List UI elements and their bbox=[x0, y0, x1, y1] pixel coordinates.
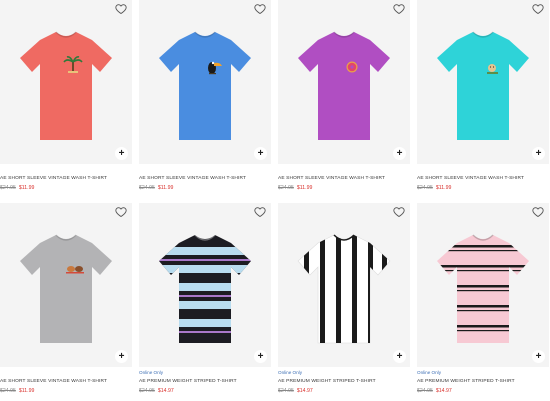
tshirt-image bbox=[20, 234, 112, 343]
wishlist-heart-icon[interactable] bbox=[393, 206, 405, 218]
quick-add-plus-icon[interactable]: + bbox=[393, 147, 406, 160]
online-only-label bbox=[0, 370, 132, 376]
donut-graphic bbox=[346, 61, 358, 73]
original-price: $24.95 bbox=[417, 185, 433, 191]
online-only-label bbox=[0, 167, 132, 173]
original-price: $24.95 bbox=[278, 388, 294, 394]
quick-add-plus-icon[interactable]: + bbox=[115, 350, 128, 363]
product-card[interactable]: + Online Only AE PREMIUM WEIGHT STRIPED … bbox=[278, 203, 410, 395]
sale-price: $11.99 bbox=[296, 185, 313, 191]
sale-price: $11.99 bbox=[435, 185, 452, 191]
product-image[interactable]: + bbox=[0, 203, 132, 367]
tshirt-image bbox=[297, 234, 391, 344]
product-name[interactable]: AE SHORT SLEEVE VINTAGE WASH T-SHIRT bbox=[417, 176, 549, 182]
product-prices: $24.95 $11.99 bbox=[139, 185, 271, 192]
original-price: $24.95 bbox=[139, 185, 155, 191]
quick-add-plus-icon[interactable]: + bbox=[115, 147, 128, 160]
product-card[interactable]: + Online Only AE PREMIUM WEIGHT STRIPED … bbox=[139, 203, 271, 395]
original-price: $24.95 bbox=[417, 388, 433, 394]
quick-add-plus-icon[interactable]: + bbox=[254, 147, 267, 160]
tshirt-image bbox=[298, 31, 390, 140]
product-prices: $24.95 $14.97 bbox=[417, 388, 549, 395]
product-card[interactable]: + AE SHORT SLEEVE VINTAGE WASH T-SHIRT $… bbox=[0, 0, 132, 192]
product-card[interactable]: + Online Only AE PREMIUM WEIGHT STRIPED … bbox=[417, 203, 549, 395]
original-price: $24.95 bbox=[139, 388, 155, 394]
wishlist-heart-icon[interactable] bbox=[393, 3, 405, 15]
online-only-label bbox=[417, 167, 549, 173]
product-image[interactable]: + bbox=[417, 0, 549, 164]
product-image[interactable]: + bbox=[139, 0, 271, 164]
tshirt-image bbox=[159, 31, 251, 140]
online-only-label: Online Only bbox=[139, 370, 164, 375]
product-name[interactable]: AE SHORT SLEEVE VINTAGE WASH T-SHIRT bbox=[139, 176, 271, 182]
online-only-label: Online Only bbox=[278, 370, 303, 375]
product-grid: + AE SHORT SLEEVE VINTAGE WASH T-SHIRT $… bbox=[0, 0, 550, 401]
tshirt-image bbox=[159, 234, 251, 343]
wishlist-heart-icon[interactable] bbox=[115, 206, 127, 218]
product-image[interactable]: + bbox=[0, 0, 132, 164]
tshirt-image bbox=[20, 31, 112, 140]
tshirt-image bbox=[437, 31, 529, 140]
product-name[interactable]: AE SHORT SLEEVE VINTAGE WASH T-SHIRT bbox=[0, 176, 132, 182]
product-image[interactable]: + bbox=[417, 203, 549, 367]
product-card[interactable]: + AE SHORT SLEEVE VINTAGE WASH T-SHIRT $… bbox=[139, 0, 271, 192]
quick-add-plus-icon[interactable]: + bbox=[254, 350, 267, 363]
product-card[interactable]: + AE SHORT SLEEVE VINTAGE WASH T-SHIRT $… bbox=[0, 203, 132, 395]
sale-price: $14.97 bbox=[435, 388, 452, 394]
sale-price: $11.99 bbox=[157, 185, 174, 191]
product-name[interactable]: AE SHORT SLEEVE VINTAGE WASH T-SHIRT bbox=[278, 176, 410, 182]
wishlist-heart-icon[interactable] bbox=[532, 3, 544, 15]
online-only-label: Online Only bbox=[417, 370, 442, 375]
product-image[interactable]: + bbox=[139, 203, 271, 367]
product-name[interactable]: AE PREMIUM WEIGHT STRIPED T-SHIRT bbox=[278, 379, 410, 385]
wishlist-heart-icon[interactable] bbox=[254, 3, 266, 15]
product-prices: $24.95 $11.99 bbox=[278, 185, 410, 192]
online-only-label bbox=[139, 167, 271, 173]
product-image[interactable]: + bbox=[278, 0, 410, 164]
product-prices: $24.95 $11.99 bbox=[0, 185, 132, 192]
product-name[interactable]: AE PREMIUM WEIGHT STRIPED T-SHIRT bbox=[417, 379, 549, 385]
product-card[interactable]: + AE SHORT SLEEVE VINTAGE WASH T-SHIRT $… bbox=[278, 0, 410, 192]
tshirt-image bbox=[437, 234, 529, 343]
wishlist-heart-icon[interactable] bbox=[115, 3, 127, 15]
product-card[interactable]: + AE SHORT SLEEVE VINTAGE WASH T-SHIRT $… bbox=[417, 0, 549, 192]
product-prices: $24.95 $11.99 bbox=[0, 388, 132, 395]
product-prices: $24.95 $14.97 bbox=[278, 388, 410, 395]
sale-price: $11.99 bbox=[18, 388, 35, 394]
product-name[interactable]: AE PREMIUM WEIGHT STRIPED T-SHIRT bbox=[139, 379, 271, 385]
product-prices: $24.95 $14.97 bbox=[139, 388, 271, 395]
original-price: $24.95 bbox=[278, 185, 294, 191]
product-prices: $24.95 $11.99 bbox=[417, 185, 549, 192]
wishlist-heart-icon[interactable] bbox=[254, 206, 266, 218]
sale-price: $14.97 bbox=[157, 388, 174, 394]
wishlist-heart-icon[interactable] bbox=[532, 206, 544, 218]
sale-price: $14.97 bbox=[296, 388, 313, 394]
sale-price: $11.99 bbox=[18, 185, 35, 191]
original-price: $24.95 bbox=[0, 388, 16, 394]
product-name[interactable]: AE SHORT SLEEVE VINTAGE WASH T-SHIRT bbox=[0, 379, 132, 385]
quick-add-plus-icon[interactable]: + bbox=[393, 350, 406, 363]
quick-add-plus-icon[interactable]: + bbox=[532, 350, 545, 363]
online-only-label bbox=[278, 167, 410, 173]
horizontal-stripes-blue bbox=[159, 247, 251, 333]
quick-add-plus-icon[interactable]: + bbox=[532, 147, 545, 160]
original-price: $24.95 bbox=[0, 185, 16, 191]
product-image[interactable]: + bbox=[278, 203, 410, 367]
